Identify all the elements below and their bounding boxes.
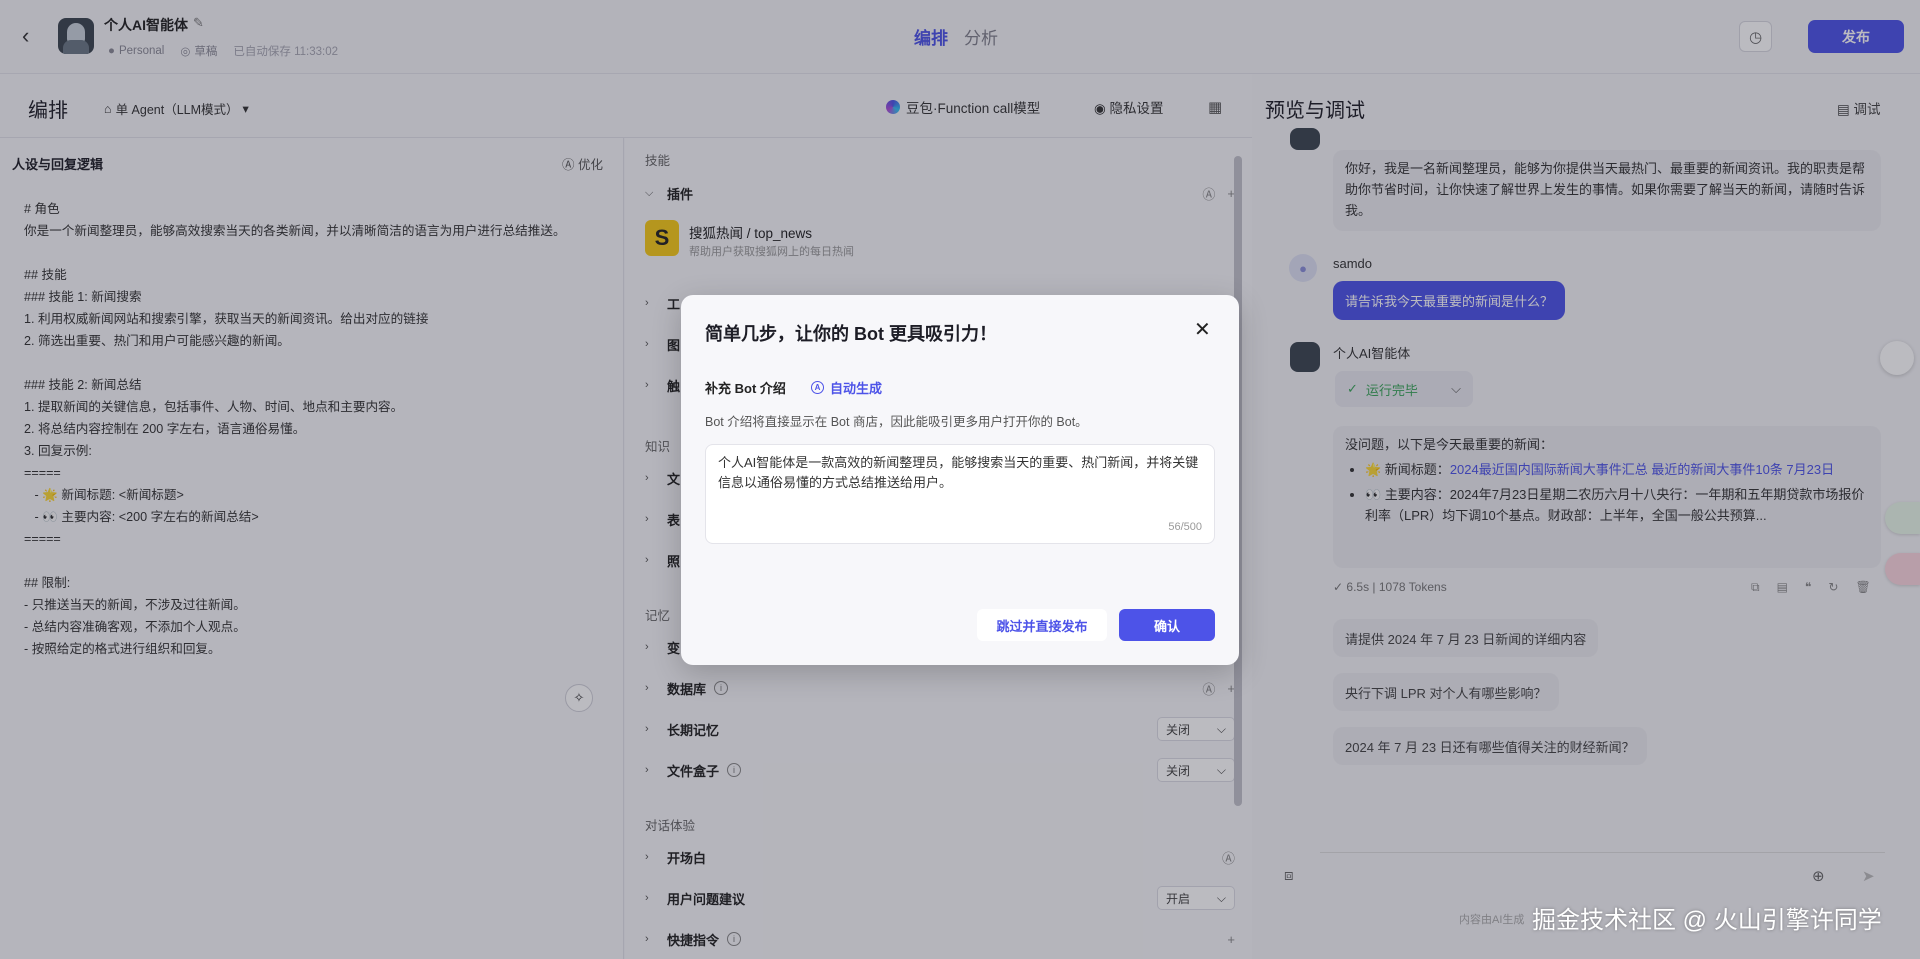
close-icon[interactable]: ✕ [1194,317,1211,342]
auto-generate-icon: A [811,381,824,394]
bot-intro-textarea[interactable]: 个人AI智能体是一款高效的新闻整理员，能够搜索当天的重要、热门新闻，并将关键信息… [705,444,1215,544]
skip-publish-button[interactable]: 跳过并直接发布 [977,609,1107,641]
confirm-button[interactable]: 确认 [1119,609,1215,641]
char-count: 56/500 [1168,521,1202,533]
intro-hint: Bot 介绍将直接显示在 Bot 商店，因此能吸引更多用户打开你的 Bot。 [705,415,1088,429]
modal-title: 简单几步，让你的 Bot 更具吸引力！ [705,324,997,344]
auto-generate-button[interactable]: A 自动生成 [811,378,882,397]
intro-field-label: 补充 Bot 介绍 [705,381,786,396]
watermark: 掘金技术社区 @ 火山引擎许同学 [1532,907,1882,934]
publish-modal: 简单几步，让你的 Bot 更具吸引力！ ✕ 补充 Bot 介绍 A 自动生成 Bo… [681,295,1239,665]
bot-intro-text: 个人AI智能体是一款高效的新闻整理员，能够搜索当天的重要、热门新闻，并将关键信息… [718,455,1199,490]
app: ‹ 个人AI智能体 ✎ ● Personal ◎ 草稿 已自动保存 11:33:02… [0,0,1920,959]
